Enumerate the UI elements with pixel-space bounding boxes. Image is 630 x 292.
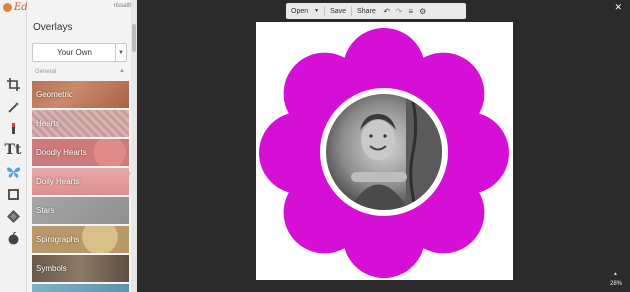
overlay-tile-next[interactable] [32, 284, 129, 292]
tile-label: Doodly Hearts [36, 148, 87, 157]
layers-icon[interactable]: ≡ [405, 7, 417, 16]
share-button[interactable]: Share [352, 3, 381, 19]
save-button[interactable]: Save [325, 3, 351, 19]
collapse-panel-icon[interactable]: › [128, 166, 137, 180]
close-icon[interactable]: ✕ [614, 2, 622, 13]
dropdown-value: Your Own [57, 48, 92, 57]
overlays-panel: rissa80 Overlays Your Own ▼ General ▲ Ge… [27, 0, 137, 292]
crop-icon[interactable] [2, 73, 24, 95]
chevron-down-icon[interactable]: ▼ [115, 44, 126, 61]
panel-title: Overlays [33, 22, 73, 33]
zoom-up-icon[interactable]: ▲ [613, 271, 618, 277]
gear-icon[interactable]: ⚙ [417, 7, 429, 16]
top-toolbar: Open ▼ Save Share ↶ ↷ ≡ ⚙ [286, 3, 466, 19]
frame-icon[interactable] [2, 183, 24, 205]
chevron-up-icon[interactable]: ▲ [119, 68, 125, 74]
section-label: General [35, 69, 57, 75]
texture-icon[interactable] [2, 205, 24, 227]
overlay-tile-doodly-hearts[interactable]: Doodly Hearts [32, 139, 129, 166]
overlay-source-dropdown[interactable]: Your Own ▼ [32, 43, 127, 62]
open-button[interactable]: Open ▼ [286, 3, 324, 19]
text-tool-icon[interactable]: Tt [2, 139, 24, 161]
touch-up-brush-icon[interactable] [2, 117, 24, 139]
tile-label: Stars [36, 206, 55, 215]
panel-scroll-thumb[interactable] [132, 24, 136, 52]
save-label: Save [330, 7, 347, 15]
butterfly-overlay-icon[interactable] [2, 161, 24, 183]
apple-themes-icon[interactable] [2, 227, 24, 249]
open-label: Open [291, 7, 309, 15]
share-label: Share [357, 7, 376, 15]
flower-frame-overlay[interactable] [256, 22, 513, 280]
chevron-down-icon: ▼ [314, 8, 320, 14]
overlay-tile-spirographs[interactable]: Spirographs [32, 226, 129, 253]
overlay-tile-symbols[interactable]: Symbols [32, 255, 129, 282]
tile-label: Geometric [36, 90, 73, 99]
photo-canvas[interactable] [256, 22, 513, 280]
overlay-tile-geometric[interactable]: Geometric [32, 81, 129, 108]
tool-rail: Editor Tt [0, 0, 46, 292]
overlay-tile-doily-hearts[interactable]: Doily Hearts [32, 168, 129, 195]
zoom-level[interactable]: 28% [610, 281, 622, 287]
tile-label: Spirographs [36, 235, 80, 244]
tile-label: Doily Hearts [36, 177, 80, 186]
undo-icon[interactable]: ↶ [381, 7, 393, 16]
tile-label: Symbols [36, 264, 67, 273]
overlay-tile-hearts[interactable]: Hearts [32, 110, 129, 137]
owl-icon [3, 3, 12, 12]
overlay-tile-stars[interactable]: Stars [32, 197, 129, 224]
redo-icon[interactable]: ↷ [393, 7, 405, 16]
tile-label: Hearts [36, 119, 60, 128]
magic-wand-icon[interactable] [2, 96, 24, 118]
